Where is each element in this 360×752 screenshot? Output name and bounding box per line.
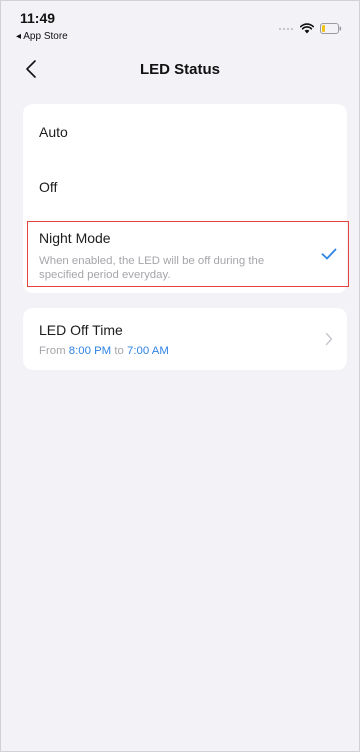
night-mode-description: When enabled, the LED will be off during… — [39, 255, 265, 281]
status-time: 11:49 — [20, 10, 56, 26]
wifi-icon — [300, 23, 314, 34]
led-mode-options-card: Auto Off Night Mode When enabled, the LE… — [23, 104, 349, 293]
chevron-right-icon — [325, 332, 333, 346]
night-mode-title: Night Mode — [39, 230, 111, 246]
battery-icon — [320, 23, 342, 34]
checkmark-icon — [321, 248, 337, 260]
start-time: 8:00 PM — [68, 345, 112, 357]
led-off-time-row[interactable]: LED Off Time From 8:00 PM to 7:00 AM — [23, 308, 347, 370]
page-title: LED Status — [139, 61, 220, 78]
option-night-mode[interactable]: Night Mode When enabled, the LED will be… — [27, 221, 349, 287]
range-connector: to — [114, 345, 124, 357]
status-icons — [278, 23, 342, 34]
led-off-time-range: From 8:00 PM to 7:00 AM — [39, 345, 169, 357]
status-bar: 11:49 ◂ App Store — [0, 0, 360, 50]
back-to-app-store-link[interactable]: ◂ App Store — [16, 31, 68, 42]
option-auto-label: Auto — [39, 124, 68, 140]
signal-dots-icon — [279, 27, 293, 30]
end-time: 7:00 AM — [127, 345, 169, 357]
option-off[interactable]: Off — [23, 157, 347, 213]
range-prefix: From — [39, 345, 66, 357]
navigation-bar: LED Status — [0, 50, 360, 90]
led-off-time-title: LED Off Time — [39, 322, 123, 338]
option-auto[interactable]: Auto — [23, 104, 347, 157]
option-off-label: Off — [39, 179, 58, 195]
